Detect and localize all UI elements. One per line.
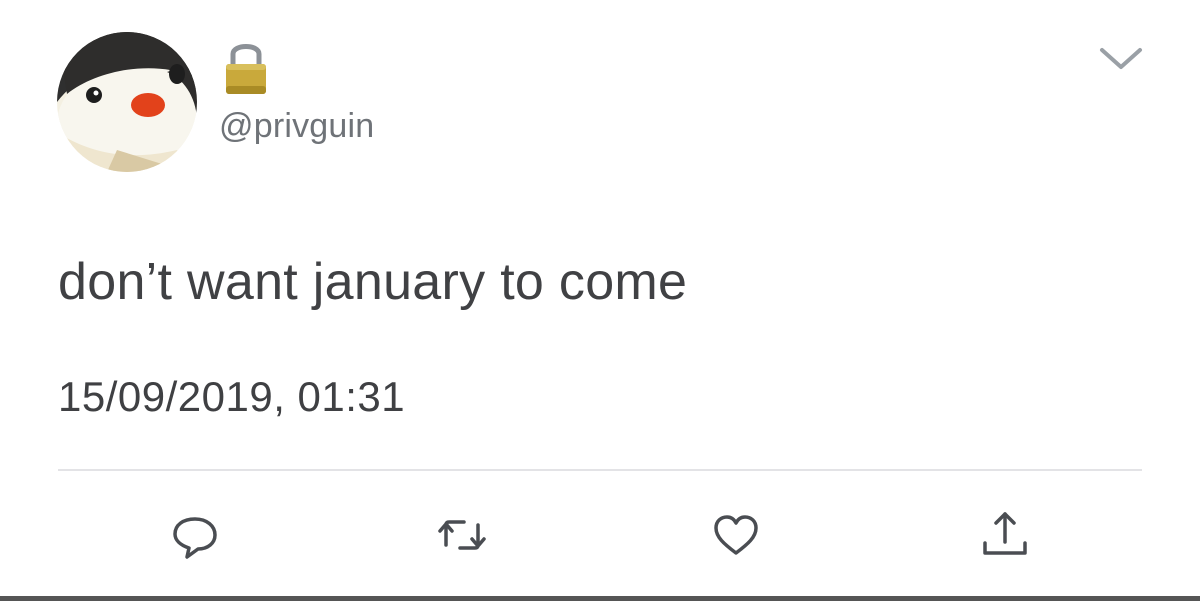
lock-icon xyxy=(220,38,272,96)
heart-icon xyxy=(714,515,758,555)
retweet-icon xyxy=(438,520,486,550)
tweet-text: don’t want january to come xyxy=(58,253,688,311)
bottom-edge xyxy=(0,596,1200,601)
reply-button[interactable] xyxy=(165,505,225,565)
chevron-down-icon[interactable] xyxy=(1096,40,1146,76)
share-icon xyxy=(983,512,1027,555)
penguin-avatar[interactable] xyxy=(57,32,197,172)
divider xyxy=(58,469,1142,471)
penguin-avatar-image xyxy=(57,32,197,172)
tweet-card: @privguin don’t want january to come 15/… xyxy=(0,0,1200,601)
tweet-timestamp: 15/09/2019, 01:31 xyxy=(58,373,406,420)
retweet-button[interactable] xyxy=(432,505,492,565)
share-button[interactable] xyxy=(975,505,1035,565)
like-button[interactable] xyxy=(706,505,766,565)
author-handle[interactable]: @privguin xyxy=(219,107,374,146)
reply-icon xyxy=(173,517,217,559)
